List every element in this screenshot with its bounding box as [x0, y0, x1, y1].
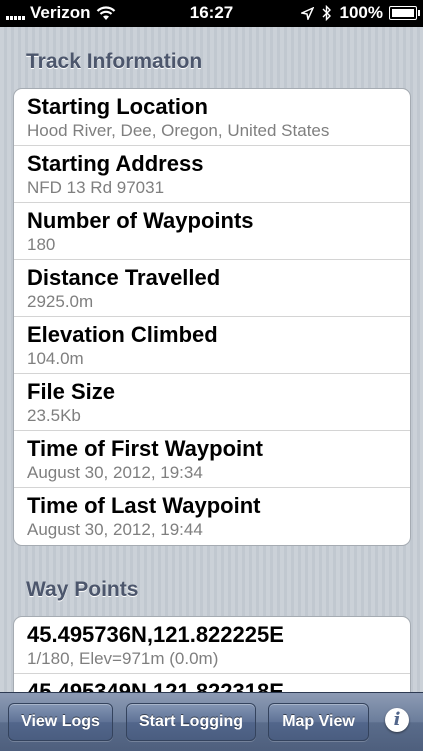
waypoint-detail: 1/180, Elev=971m (0.0m): [27, 649, 219, 668]
row-title: Time of First Waypoint: [27, 436, 263, 461]
track-info-row-last-waypoint-time[interactable]: Time of Last Waypoint August 30, 2012, 1…: [14, 488, 410, 545]
row-title: Number of Waypoints: [27, 208, 254, 233]
bottom-toolbar: View Logs Start Logging Map View i: [0, 692, 423, 751]
track-info-row-starting-address[interactable]: Starting Address NFD 13 Rd 97031: [14, 146, 410, 203]
row-title: File Size: [27, 379, 116, 404]
row-title: Elevation Climbed: [27, 322, 218, 347]
row-title: Starting Location: [27, 94, 208, 119]
row-value: 104.0m: [27, 349, 84, 368]
track-info-row-number-of-waypoints[interactable]: Number of Waypoints 180: [14, 203, 410, 260]
track-info-row-file-size[interactable]: File Size 23.5Kb: [14, 374, 410, 431]
row-value: 23.5Kb: [27, 406, 81, 425]
way-points-header: Way Points: [26, 578, 139, 601]
status-bar: Verizon 16:27 100%: [0, 0, 423, 27]
row-value: 2925.0m: [27, 292, 94, 311]
row-title: Starting Address: [27, 151, 204, 176]
battery-icon: [389, 6, 420, 20]
map-view-button[interactable]: Map View: [268, 703, 369, 741]
track-info-table: Starting Location Hood River, Dee, Orego…: [13, 88, 411, 546]
bluetooth-icon: [322, 5, 331, 21]
track-info-row-elevation-climbed[interactable]: Elevation Climbed 104.0m: [14, 317, 410, 374]
track-info-row-starting-location[interactable]: Starting Location Hood River, Dee, Orego…: [14, 89, 410, 146]
track-info-header: Track Information: [26, 50, 203, 73]
row-value: Hood River, Dee, Oregon, United States: [27, 121, 330, 140]
battery-percent: 100%: [339, 3, 383, 22]
row-value: August 30, 2012, 19:44: [27, 520, 203, 539]
row-value: NFD 13 Rd 97031: [27, 178, 165, 197]
start-logging-button[interactable]: Start Logging: [126, 703, 256, 741]
row-value: 180: [27, 235, 56, 254]
info-icon[interactable]: i: [385, 708, 409, 732]
battery-fill: [392, 9, 414, 17]
view-logs-button[interactable]: View Logs: [8, 703, 113, 741]
waypoint-row[interactable]: 45.495736N,121.822225E 1/180, Elev=971m …: [14, 617, 410, 674]
waypoint-coords: 45.495736N,121.822225E: [27, 622, 284, 647]
track-info-row-distance-travelled[interactable]: Distance Travelled 2925.0m: [14, 260, 410, 317]
track-info-row-first-waypoint-time[interactable]: Time of First Waypoint August 30, 2012, …: [14, 431, 410, 488]
status-right: 100%: [300, 3, 420, 23]
row-value: August 30, 2012, 19:34: [27, 463, 203, 482]
location-arrow-icon: [300, 6, 314, 20]
row-title: Time of Last Waypoint: [27, 493, 261, 518]
row-title: Distance Travelled: [27, 265, 221, 290]
